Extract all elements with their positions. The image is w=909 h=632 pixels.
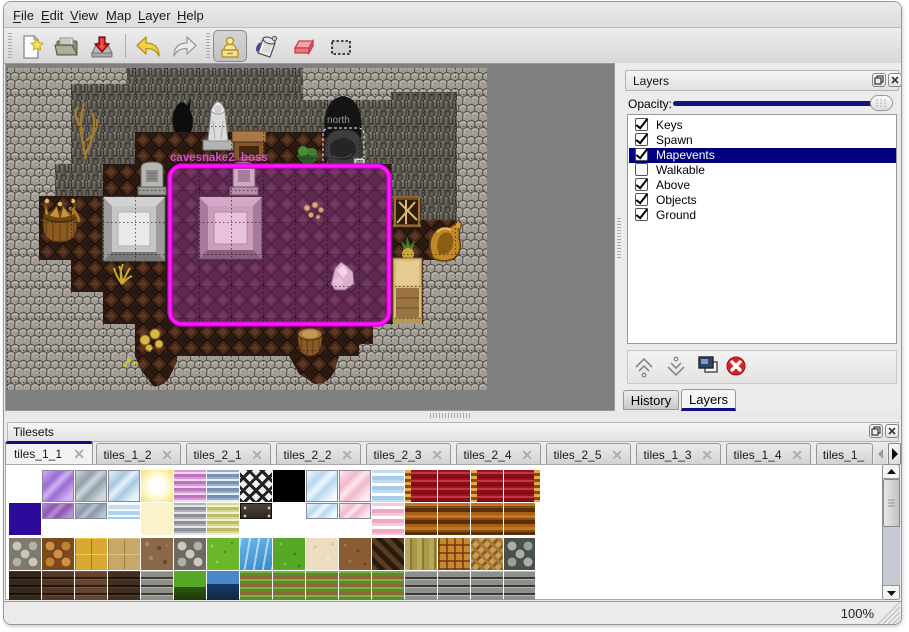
svg-text:cavesnake2_boss: cavesnake2_boss [170, 152, 268, 164]
svg-text:north: north [327, 115, 350, 126]
